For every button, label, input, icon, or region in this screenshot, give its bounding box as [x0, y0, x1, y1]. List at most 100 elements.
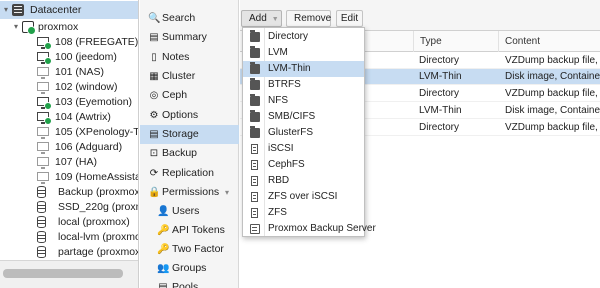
nav-item-ceph[interactable]: ◎ Ceph: [140, 86, 239, 105]
nav-item-label: Replication: [162, 167, 214, 179]
menu-item-label: LVM: [268, 47, 288, 58]
menu-item-smb-cifs[interactable]: SMB/CIFS: [243, 109, 364, 125]
search-icon: 🔍: [148, 13, 161, 24]
menu-item-label: SMB/CIFS: [268, 111, 316, 122]
collapse-toggle-icon[interactable]: ▾: [1, 1, 11, 19]
nav-item-summary[interactable]: ▤ Summary: [140, 28, 239, 47]
vm-stopped-icon: [37, 172, 49, 184]
menu-item-glusterfs[interactable]: GlusterFS: [243, 125, 364, 141]
chevron-down-icon[interactable]: ▾: [225, 183, 229, 202]
pools-icon: ▤: [158, 282, 168, 288]
disk-icon: [251, 192, 258, 202]
menu-item-proxmox-backup-server[interactable]: Proxmox Backup Server: [243, 221, 376, 237]
nav-item-notes[interactable]: ▯ Notes: [140, 48, 239, 67]
nav-item-users[interactable]: 👤 Users: [140, 202, 239, 221]
lock-icon: 🔒: [148, 187, 161, 198]
key-icon: 🔑: [157, 244, 170, 255]
node-icon: [22, 21, 36, 35]
tree-item-storage[interactable]: partage (proxmox): [0, 243, 139, 261]
nav-item-label: Two Factor: [172, 243, 224, 255]
storage-icon: [37, 216, 46, 228]
nav-item-permissions[interactable]: 🔒 Permissions ▾: [140, 183, 239, 202]
nav-item-groups[interactable]: 👥 Groups: [140, 259, 239, 278]
key-icon: 🔑: [157, 225, 170, 236]
gear-icon: ⚙: [149, 110, 159, 121]
nav-item-backup[interactable]: ⊡ Backup: [140, 144, 239, 163]
vm-stopped-icon: [37, 127, 49, 139]
menu-item-label: GlusterFS: [268, 127, 314, 138]
menu-item-zfs-over-iscsi[interactable]: ZFS over iSCSI: [243, 189, 364, 205]
menu-item-lvm-thin[interactable]: LVM-Thin: [243, 61, 364, 77]
nav-item-label: Storage: [162, 128, 199, 140]
folder-icon: [250, 110, 260, 122]
users-icon: 👥: [157, 263, 170, 274]
scrollbar-thumb[interactable]: [3, 269, 123, 278]
cell-type: Directory: [419, 122, 460, 133]
nav-item-search[interactable]: 🔍 Search: [140, 9, 239, 28]
cluster-icon: ▦: [149, 71, 159, 82]
nav-item-options[interactable]: ⚙ Options: [140, 106, 239, 125]
nav-item-replication[interactable]: ⟳ Replication: [140, 164, 239, 183]
disk-icon: [251, 208, 258, 218]
menu-item-directory[interactable]: Directory: [243, 29, 364, 45]
add-button[interactable]: Add ▼: [241, 10, 282, 27]
remove-button[interactable]: Remove: [286, 10, 331, 27]
folder-icon: [250, 94, 260, 106]
folder-icon: [250, 62, 260, 74]
nav-item-cluster[interactable]: ▦ Cluster: [140, 67, 239, 86]
column-header-content[interactable]: Content: [498, 31, 600, 52]
menu-item-lvm[interactable]: LVM: [243, 45, 364, 61]
nav-item-api-tokens[interactable]: 🔑 API Tokens: [140, 221, 239, 240]
nav-item-label: API Tokens: [172, 224, 225, 236]
tree-item-label: Datacenter: [30, 4, 82, 16]
replication-icon: ⟳: [149, 168, 159, 179]
cell-content: VZDump backup file, Dis: [505, 55, 600, 66]
menu-item-cephfs[interactable]: CephFS: [243, 157, 364, 173]
nav-item-storage[interactable]: ▤ Storage: [140, 125, 239, 144]
nav-item-pools[interactable]: ▤ Pools: [140, 278, 239, 288]
nav-item-label: Ceph: [162, 89, 188, 101]
menu-item-rbd[interactable]: RBD: [243, 173, 364, 189]
nav-item-label: Cluster: [162, 70, 196, 82]
nav-item-two-factor[interactable]: 🔑 Two Factor: [140, 240, 239, 259]
folder-icon: [250, 30, 260, 42]
nav-item-label: Groups: [172, 262, 207, 274]
add-storage-menu: Directory LVM LVM-Thin BTRFS NFS SMB/CIF…: [242, 27, 376, 237]
horizontal-scrollbar[interactable]: [0, 260, 138, 288]
menu-item-label: LVM-Thin: [268, 63, 311, 74]
nav-item-label: Permissions: [162, 186, 220, 198]
menu-item-label: BTRFS: [268, 79, 301, 90]
backup-icon: ⊡: [149, 148, 159, 159]
nav-item-label: Backup: [162, 147, 198, 159]
storage-icon: [37, 186, 46, 198]
menu-item-iscsi[interactable]: iSCSI: [243, 141, 364, 157]
nav-item-label: Notes: [162, 51, 190, 63]
edit-button[interactable]: Edit: [336, 10, 363, 27]
menu-item-label: ZFS over iSCSI: [268, 191, 338, 202]
tree-item-datacenter[interactable]: ▾ Datacenter: [0, 1, 138, 19]
menu-item-label: RBD: [268, 175, 290, 186]
datacenter-icon: [12, 4, 24, 16]
menu-item-label: iSCSI: [268, 143, 294, 154]
vm-stopped-icon: [37, 157, 49, 169]
vm-running-icon: [37, 52, 52, 65]
vm-stopped-icon: [37, 67, 49, 79]
tree-item-label: partage (proxmox): [58, 246, 139, 258]
column-header-type[interactable]: Type: [413, 31, 506, 52]
remove-button-label: Remove: [294, 13, 332, 24]
disk-icon: [251, 176, 258, 186]
cell-type: Directory: [419, 55, 460, 66]
menu-item-label: Directory: [268, 31, 309, 42]
resource-tree: ▾ Datacenter ▾ proxmox 108 (FREEGATE) 10…: [0, 0, 139, 288]
storage-icon: [37, 231, 46, 243]
menu-item-label: Proxmox Backup Server: [268, 223, 376, 234]
ceph-icon: ◎: [149, 90, 159, 101]
backup-server-icon: [250, 224, 260, 234]
cell-content: Disk image, Container: [505, 105, 600, 116]
menu-item-zfs[interactable]: ZFS: [243, 205, 364, 221]
summary-icon: ▤: [149, 32, 159, 43]
menu-item-label: CephFS: [268, 159, 305, 170]
menu-item-btrfs[interactable]: BTRFS: [243, 77, 364, 93]
menu-item-nfs[interactable]: NFS: [243, 93, 364, 109]
menu-item-label: NFS: [268, 95, 288, 106]
